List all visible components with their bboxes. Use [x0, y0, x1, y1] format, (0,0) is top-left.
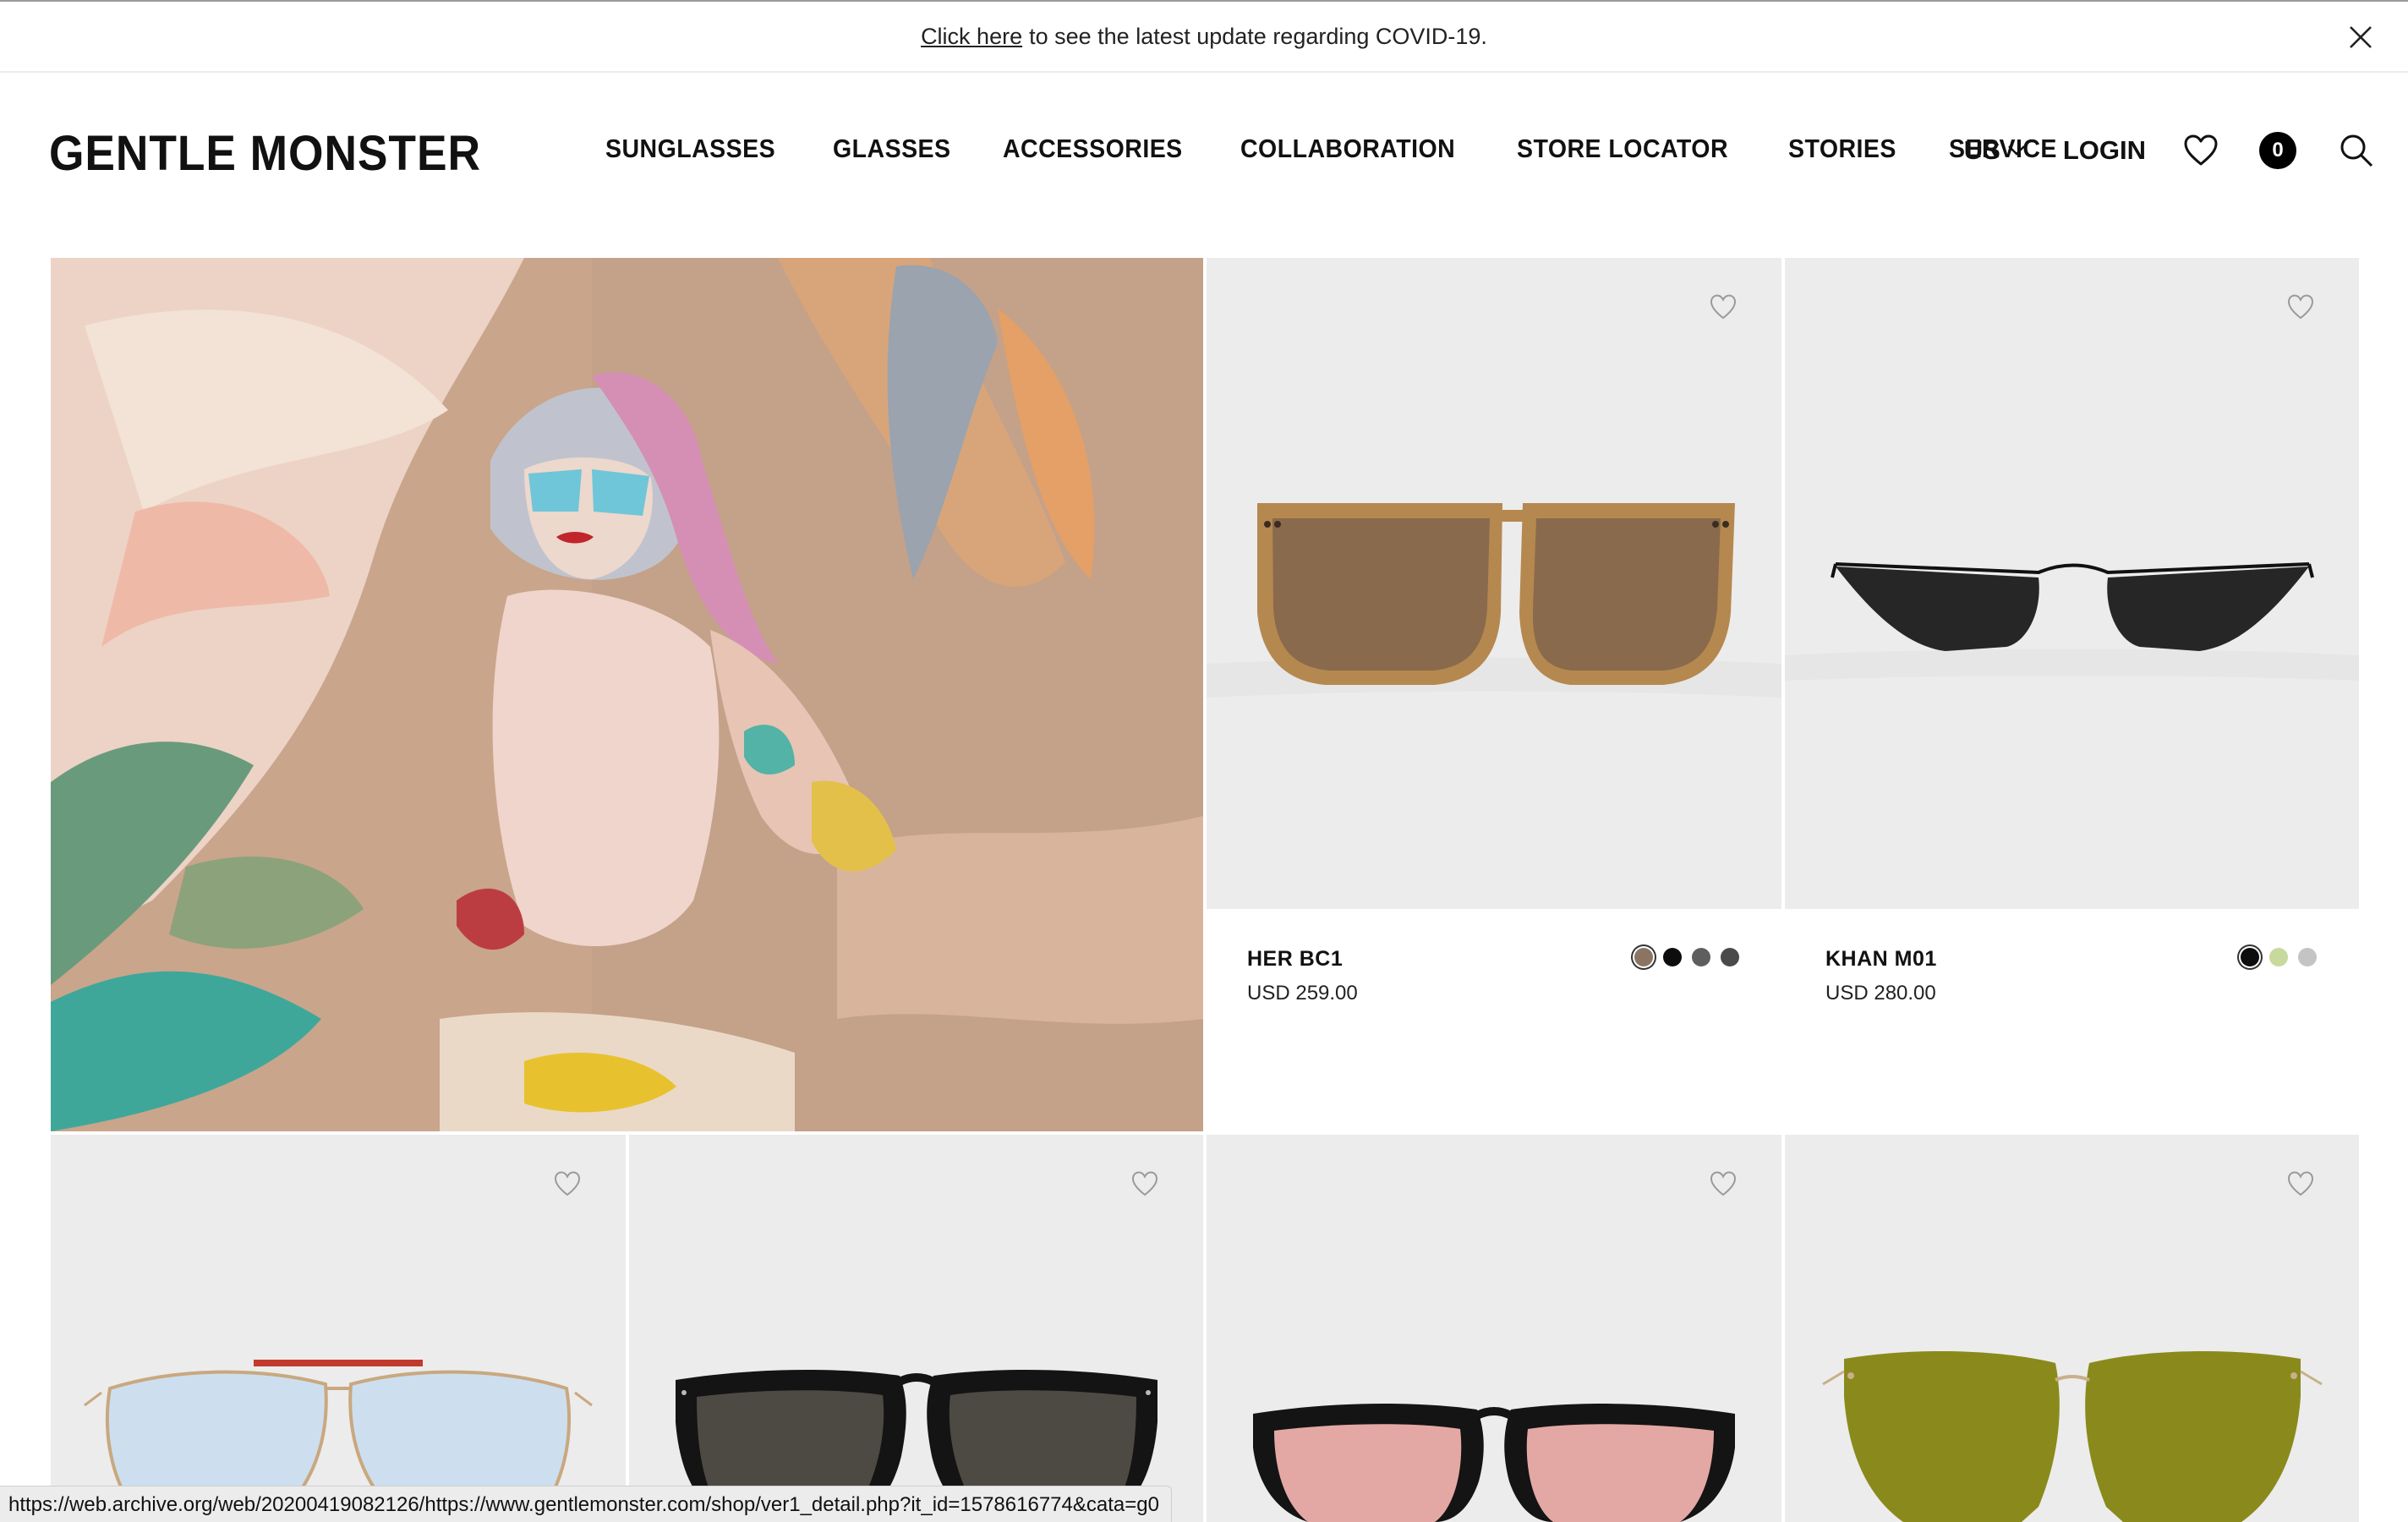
product-info-her-bc1: HER BC1 USD 259.00 — [1247, 947, 1358, 1005]
nav-sunglasses[interactable]: SUNGLASSES — [605, 134, 775, 164]
product-image-khan-m01 — [1785, 562, 2359, 681]
login-link[interactable]: LOGIN — [2063, 135, 2146, 166]
product-info-khan-m01: KHAN M01 USD 280.00 — [1825, 947, 1937, 1005]
product-card[interactable] — [1785, 1135, 2359, 1522]
search-icon[interactable] — [2339, 133, 2374, 168]
cart-count-badge[interactable]: 0 — [2259, 132, 2296, 169]
product-info-panel — [1785, 909, 2359, 1131]
product-info-panel — [1207, 909, 1781, 1131]
color-swatch[interactable] — [2269, 948, 2288, 966]
color-swatches-her-bc1 — [1634, 948, 1739, 966]
product-card-her-bc1[interactable] — [1207, 258, 1781, 909]
product-price: USD 259.00 — [1247, 982, 1358, 1005]
product-image — [1822, 1350, 2323, 1522]
main-nav: SUNGLASSES GLASSES ACCESSORIES COLLABORA… — [605, 134, 2066, 164]
color-swatch[interactable] — [1663, 948, 1682, 966]
header-utilities: US LOGIN 0 — [1964, 127, 2374, 174]
region-label: US — [1963, 135, 2000, 165]
product-name[interactable]: HER BC1 — [1247, 947, 1358, 972]
product-name[interactable]: KHAN M01 — [1825, 947, 1937, 972]
product-image — [84, 1360, 593, 1522]
color-swatch[interactable] — [1692, 948, 1710, 966]
covid-update-link[interactable]: Click here — [921, 24, 1022, 50]
product-image-her-bc1 — [1207, 503, 1781, 698]
product-card-khan-m01[interactable] — [1785, 258, 2359, 909]
color-swatch[interactable] — [1634, 948, 1653, 966]
nav-store-locator[interactable]: STORE LOCATOR — [1517, 134, 1728, 164]
brand-logo[interactable]: GENTLE MONSTER — [49, 125, 481, 182]
chevron-down-icon — [2007, 145, 2025, 156]
product-price: USD 280.00 — [1825, 982, 1936, 1005]
product-card[interactable] — [629, 1135, 1203, 1522]
announcement-bar: Click here to see the latest update rega… — [0, 2, 2408, 73]
close-icon[interactable] — [2347, 24, 2374, 51]
campaign-artwork — [51, 258, 1203, 1131]
product-card[interactable] — [1207, 1135, 1781, 1522]
heart-icon[interactable] — [2183, 134, 2219, 167]
color-swatch[interactable] — [1721, 948, 1739, 966]
product-image — [676, 1370, 1157, 1522]
nav-collaboration[interactable]: COLLABORATION — [1240, 134, 1455, 164]
browser-status-bar: https://web.archive.org/web/202004190821… — [0, 1486, 1172, 1522]
region-selector[interactable]: US — [1964, 135, 2026, 166]
color-swatches-khan-m01 — [2241, 948, 2317, 966]
nav-stories[interactable]: STORIES — [1788, 134, 1896, 164]
product-card[interactable] — [51, 1135, 626, 1522]
nav-glasses[interactable]: GLASSES — [833, 134, 951, 164]
announcement-text: to see the latest update regarding COVID… — [1029, 23, 1487, 49]
color-swatch[interactable] — [2241, 948, 2259, 966]
color-swatch[interactable] — [2298, 948, 2317, 966]
product-image — [1253, 1404, 1735, 1522]
campaign-hero-image[interactable] — [51, 258, 1203, 1131]
nav-accessories[interactable]: ACCESSORIES — [1003, 134, 1183, 164]
